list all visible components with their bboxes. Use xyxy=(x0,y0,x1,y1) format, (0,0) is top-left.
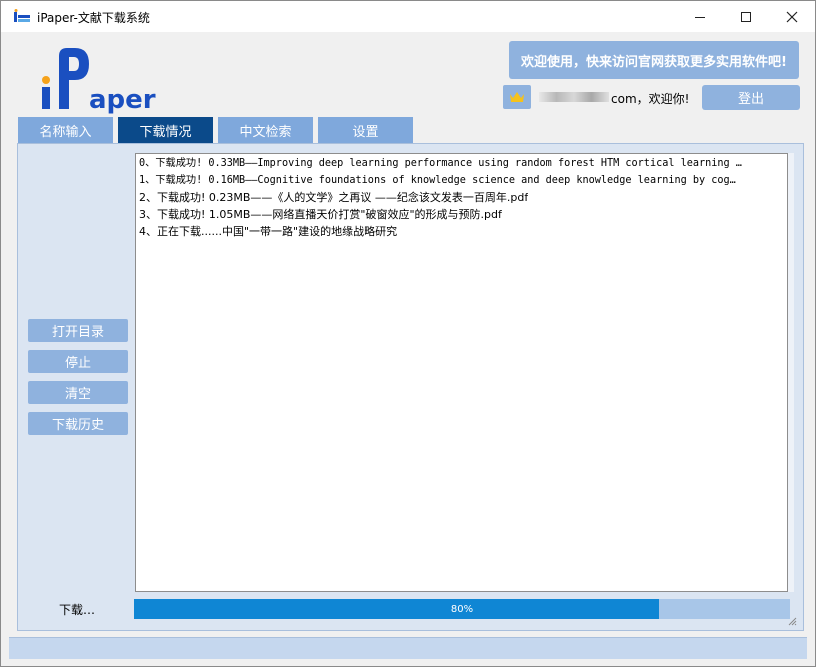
welcome-text: com，欢迎你! xyxy=(611,92,690,106)
tab-name-input[interactable]: 名称输入 xyxy=(18,117,113,143)
status-label: 下载… xyxy=(59,603,96,617)
log-line: 3、下载成功! 1.05MB——网络直播天价打赏"破窗效应"的形成与预防.pdf xyxy=(139,208,502,221)
ipaper-logo: aper xyxy=(42,48,156,114)
log-line: 4、正在下载......中国"一带一路"建设的地缘战略研究 xyxy=(139,225,398,238)
download-progress-bar: 80% xyxy=(134,599,790,619)
stop-button[interactable]: 停止 xyxy=(28,350,128,373)
log-line: 2、下载成功! 0.23MB——《人的文学》之再议 ——纪念该文发表一百周年.p… xyxy=(139,191,529,204)
open-directory-button[interactable]: 打开目录 xyxy=(28,319,128,342)
close-icon xyxy=(786,11,798,22)
crown-icon xyxy=(510,92,524,102)
log-line: 0、下载成功! 0.33MB——Improving deep learning … xyxy=(139,158,742,169)
resize-grip-icon[interactable] xyxy=(787,616,797,626)
client-area: aper 欢迎使用，快来访问官网获取更多实用软件吧! com，欢迎你! 登出 名… xyxy=(9,32,807,659)
vip-crown-button[interactable] xyxy=(503,85,531,109)
tab-settings[interactable]: 设置 xyxy=(318,117,413,143)
log-line: 1、下载成功! 0.16MB——Cognitive foundations of… xyxy=(139,175,736,186)
tab-chinese-search[interactable]: 中文检索 xyxy=(218,117,313,143)
maximize-icon xyxy=(741,11,751,22)
maximize-button[interactable] xyxy=(723,1,769,32)
clear-button[interactable]: 清空 xyxy=(28,381,128,404)
app-window: iPaper-文献下载系统 aper 欢迎使用，快来访问官网获取更多实用软件吧!… xyxy=(0,0,816,667)
app-icon xyxy=(14,9,30,22)
title-bar: iPaper-文献下载系统 xyxy=(1,1,815,32)
status-bar xyxy=(9,637,807,659)
download-panel: 打开目录 停止 清空 下载历史 0、下载成功! 0.33MB——Improvin… xyxy=(17,143,804,631)
progress-text: 80% xyxy=(450,603,474,615)
minimize-button[interactable] xyxy=(677,1,723,32)
tab-download-status[interactable]: 下载情况 xyxy=(118,117,213,143)
download-history-button[interactable]: 下载历史 xyxy=(28,412,128,435)
minimize-icon xyxy=(695,16,705,18)
logout-button[interactable]: 登出 xyxy=(702,85,800,110)
window-title: iPaper-文献下载系统 xyxy=(37,11,150,25)
download-log[interactable]: 0、下载成功! 0.33MB——Improving deep learning … xyxy=(135,153,788,592)
svg-text:aper: aper xyxy=(89,85,156,114)
close-button[interactable] xyxy=(769,1,815,32)
log-scrollbar[interactable] xyxy=(788,153,794,592)
welcome-banner[interactable]: 欢迎使用，快来访问官网获取更多实用软件吧! xyxy=(509,41,799,79)
username-blurred xyxy=(539,92,609,102)
